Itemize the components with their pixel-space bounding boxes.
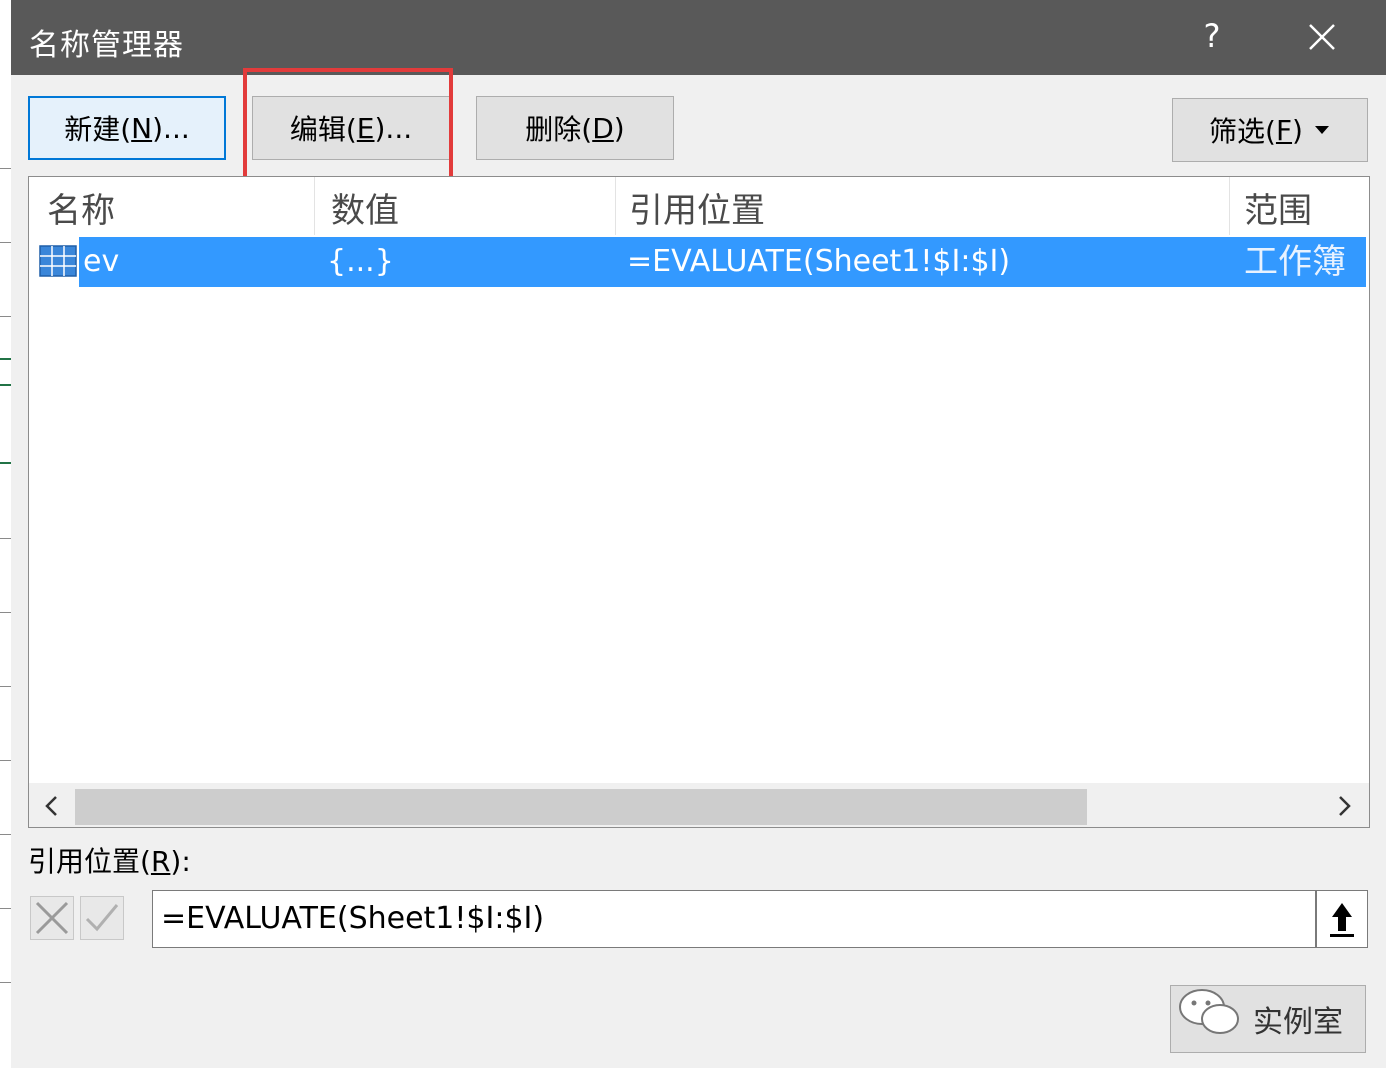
sheet-gridline xyxy=(0,908,11,909)
refers-to-input[interactable]: =EVALUATE(Sheet1!$I:$I) xyxy=(152,890,1316,948)
delete-button[interactable]: 删除(D) xyxy=(476,96,674,160)
delete-button-label-pre: 删除( xyxy=(525,113,593,146)
dialog-title: 名称管理器 xyxy=(29,28,184,63)
column-separator[interactable] xyxy=(615,177,616,235)
refers-to-accesskey: R xyxy=(150,845,171,878)
filter-button-accesskey: F xyxy=(1275,113,1293,147)
close-icon[interactable] xyxy=(1307,22,1337,52)
sheet-gridline xyxy=(0,168,11,169)
new-button-accesskey: N xyxy=(131,111,153,145)
row-name-cell: ev xyxy=(83,244,120,279)
sheet-gridline xyxy=(0,538,11,539)
checkmark-icon xyxy=(85,904,119,932)
column-header-name[interactable]: 名称 xyxy=(47,185,115,237)
column-header-refers-to[interactable]: 引用位置 xyxy=(629,185,765,237)
named-range-icon xyxy=(39,245,77,277)
sheet-gridline xyxy=(0,316,11,317)
help-button[interactable]: ? xyxy=(1197,16,1227,56)
upload-arrow-icon xyxy=(1330,903,1354,937)
scroll-right-icon[interactable] xyxy=(1329,791,1359,821)
horizontal-scrollbar[interactable] xyxy=(29,783,1369,827)
name-manager-dialog: 名称管理器 ? 新建(N)... 编辑(E)... 删除(D) 筛选(F) 名称… xyxy=(11,0,1386,1068)
column-separator[interactable] xyxy=(314,177,315,235)
sheet-gridline xyxy=(0,982,11,983)
row-value-cell: {...} xyxy=(327,244,394,279)
column-header-value[interactable]: 数值 xyxy=(331,185,399,237)
column-separator[interactable] xyxy=(1229,177,1230,235)
cancel-edit-button[interactable] xyxy=(30,896,74,940)
sheet-active-cell xyxy=(0,462,11,464)
filter-button[interactable]: 筛选(F) xyxy=(1172,98,1368,162)
sheet-gridline xyxy=(0,834,11,835)
row-refers-to-cell: =EVALUATE(Sheet1!$I:$I) xyxy=(627,244,1011,279)
title-bar[interactable]: 名称管理器 ? xyxy=(11,0,1386,75)
new-button-label-pre: 新建( xyxy=(64,113,132,146)
refers-to-label: 引用位置(R): xyxy=(28,840,191,880)
cancel-x-icon xyxy=(35,901,69,935)
new-button-label-post: )... xyxy=(152,111,190,145)
new-button[interactable]: 新建(N)... xyxy=(28,96,226,160)
refers-to-label-post: ): xyxy=(170,845,191,878)
sheet-gridline xyxy=(0,242,11,243)
column-header-scope[interactable]: 范围 xyxy=(1244,185,1312,237)
confirm-edit-button[interactable] xyxy=(80,896,124,940)
filter-button-label-post: ) xyxy=(1292,113,1303,147)
scroll-thumb[interactable] xyxy=(75,789,1087,825)
delete-button-label-post: ) xyxy=(613,111,625,145)
sheet-gridline xyxy=(0,760,11,761)
collapse-dialog-button[interactable] xyxy=(1316,890,1368,948)
names-list[interactable]: 名称 数值 引用位置 范围 ev {...} =EVALUATE(Sheet1!… xyxy=(28,176,1370,828)
wechat-watermark-icon xyxy=(1179,989,1239,1034)
scroll-left-icon[interactable] xyxy=(37,791,67,821)
annotation-highlight-box xyxy=(243,68,453,192)
delete-button-accesskey: D xyxy=(592,111,614,145)
sheet-gridline xyxy=(0,612,11,613)
sheet-active-cell xyxy=(0,384,11,386)
sheet-gridline xyxy=(0,686,11,687)
sheet-active-cell xyxy=(0,358,11,360)
row-scope-cell: 工作簿 xyxy=(1244,242,1346,282)
dropdown-arrow-icon xyxy=(1314,126,1329,134)
filter-button-label-pre: 筛选( xyxy=(1209,115,1276,148)
refers-to-label-pre: 引用位置( xyxy=(28,845,151,878)
